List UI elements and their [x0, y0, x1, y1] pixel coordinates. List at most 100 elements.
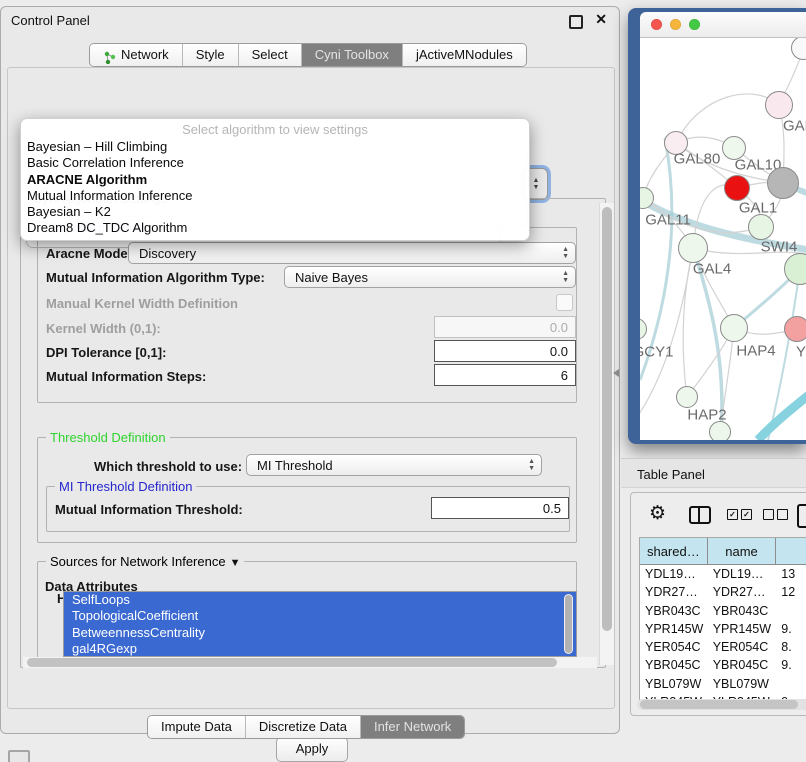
network-node-gal4[interactable] — [678, 233, 708, 263]
network-node-y[interactable] — [784, 316, 806, 342]
algorithm-placeholder: Select algorithm to view settings — [21, 122, 529, 139]
algorithm-option[interactable]: Bayesian – K2 — [21, 204, 529, 220]
cyni-algorithm-settings-group: Cyni Algorithm Settings Algorithm Defini… — [20, 198, 606, 668]
algorithm-option[interactable]: Dream8 DC_TDC Algorithm — [21, 220, 529, 236]
split-pane-handle-icon[interactable] — [613, 369, 619, 377]
table-row[interactable]: YPR145WYPR145W9. — [640, 620, 806, 638]
network-node-gal[interactable] — [765, 91, 793, 119]
close-panel-icon[interactable]: ✕ — [595, 11, 607, 28]
mi-steps-field[interactable]: 6 — [434, 364, 576, 386]
network-node-swi4[interactable] — [748, 214, 774, 240]
combo-stepper-icon: ▲▼ — [528, 458, 535, 472]
control-panel-title: Control Panel — [11, 13, 90, 28]
kernel-width-field[interactable]: 0.0 — [434, 316, 576, 338]
deselect-checkboxes-icon[interactable] — [763, 509, 788, 520]
node-label: SWI4 — [761, 239, 798, 256]
network-node[interactable] — [767, 167, 799, 199]
data-attributes-list: SelfLoopsTopologicalCoefficientBetweenne… — [63, 591, 577, 657]
attribute-item[interactable]: TopologicalCoefficient — [64, 608, 576, 624]
node-table: shared…name YDL19…YDL19…13YDR27…YDR27…12… — [639, 537, 806, 700]
combo-stepper-icon: ▲▼ — [562, 270, 569, 284]
dpi-tolerance-label: DPI Tolerance [0,1]: — [46, 345, 166, 360]
which-threshold-label: Which threshold to use: — [94, 459, 242, 474]
mi-algorithm-type-combo[interactable]: Naive Bayes ▲▼ — [284, 266, 576, 288]
node-label: GAL80 — [674, 151, 721, 168]
tab-jactivemnodules[interactable]: jActiveMNodules — [402, 44, 526, 66]
gear-icon[interactable]: ⚙ — [649, 502, 666, 524]
mi-threshold-field[interactable]: 0.5 — [431, 497, 569, 519]
node-label: GAL — [783, 118, 806, 135]
dpi-tolerance-field[interactable]: 0.0 — [434, 340, 576, 362]
table-row[interactable]: YDR27…YDR27…12 — [640, 583, 806, 601]
table-row[interactable]: YER054CYER054C8. — [640, 638, 806, 656]
mi-threshold-label: Mutual Information Threshold: — [55, 502, 243, 517]
split-columns-icon[interactable] — [689, 506, 711, 524]
table-row[interactable]: YDL19…YDL19…13 — [640, 565, 806, 583]
node-label: Y — [796, 344, 806, 361]
combo-stepper-icon: ▲▼ — [562, 246, 569, 260]
algorithm-option[interactable]: Mutual Information Inference — [21, 188, 529, 204]
table-row[interactable]: YBL079WYBL079W — [640, 675, 806, 693]
application-root: Control Panel ✕ NetworkStyleSelectCyni T… — [0, 0, 806, 762]
algorithm-option[interactable]: ARACNE Algorithm — [21, 172, 529, 188]
settings-horizontal-scrollbar[interactable] — [23, 657, 597, 668]
sources-group-title: Sources for Network Inference▼ — [46, 554, 244, 569]
manual-kernel-width-label: Manual Kernel Width Definition — [46, 296, 238, 311]
table-header-row: shared…name — [640, 538, 806, 565]
node-label: HAP4 — [736, 343, 775, 360]
float-window-icon[interactable] — [569, 15, 583, 29]
function-icon[interactable] — [797, 504, 806, 528]
network-icon — [103, 49, 116, 62]
attribute-item[interactable]: BetweennessCentrality — [64, 625, 576, 641]
aracne-mode-label: Aracne Mode: — [46, 246, 132, 261]
aracne-mode-combo[interactable]: Discovery ▲▼ — [128, 242, 576, 264]
collapse-arrow-icon: ▼ — [230, 557, 241, 569]
apply-button[interactable]: Apply — [276, 737, 348, 762]
tab-network[interactable]: Network — [90, 44, 182, 66]
network-canvas[interactable]: GALGAL80GAL10GAL1SWI4GAL11GAL4GCY1HAP4YH… — [640, 38, 806, 440]
mi-steps-label: Mutual Information Steps: — [46, 369, 206, 384]
window-edge-chip — [8, 750, 30, 762]
tab-impute-data[interactable]: Impute Data — [148, 716, 245, 738]
tab-cyni-toolbox[interactable]: Cyni Toolbox — [301, 44, 402, 66]
which-threshold-combo[interactable]: MI Threshold ▲▼ — [246, 454, 542, 476]
network-node-gal1[interactable] — [724, 175, 750, 201]
zoom-traffic-light-icon[interactable] — [689, 19, 700, 30]
table-toolbar: ⚙ ✓✓ — [631, 501, 806, 531]
mi-algorithm-type-label: Mutual Information Algorithm Type: — [46, 270, 265, 285]
table-horizontal-scrollbar[interactable] — [637, 699, 806, 710]
select-checkboxes-icon[interactable]: ✓✓ — [727, 509, 752, 520]
attribute-item[interactable]: gal4RGexp — [64, 641, 576, 657]
attributes-scrollbar[interactable] — [564, 594, 573, 654]
tab-discretize-data[interactable]: Discretize Data — [245, 716, 360, 738]
algorithm-definition-group: Algorithm Definition Aracne Mode: Discov… — [37, 227, 577, 403]
network-node[interactable] — [709, 421, 731, 440]
table-panel-title: Table Panel — [637, 467, 705, 482]
tab-infer-network[interactable]: Infer Network — [360, 716, 464, 738]
network-view-window[interactable]: GALGAL80GAL10GAL1SWI4GAL11GAL4GCY1HAP4YH… — [628, 8, 806, 444]
minimize-traffic-light-icon[interactable] — [670, 19, 681, 30]
network-node-hap2[interactable] — [676, 386, 698, 408]
threshold-definition-group: Threshold Definition Which threshold to … — [37, 437, 577, 543]
close-traffic-light-icon[interactable] — [651, 19, 662, 30]
table-row[interactable]: YBR043CYBR043C — [640, 602, 806, 620]
algorithm-option[interactable]: Basic Correlation Inference — [21, 155, 529, 171]
table-row[interactable]: YBR045CYBR045C9. — [640, 656, 806, 674]
control-panel-titlebar: Control Panel ✕ — [1, 7, 619, 33]
mi-threshold-definition-title: MI Threshold Definition — [55, 479, 196, 494]
threshold-definition-title: Threshold Definition — [46, 430, 170, 445]
tab-style[interactable]: Style — [182, 44, 238, 66]
node-label: GAL11 — [645, 212, 691, 229]
column-header[interactable]: name — [708, 538, 777, 564]
network-node-hap4[interactable] — [720, 314, 748, 342]
table-panel-strip: Table Panel — [621, 458, 806, 488]
settings-vertical-scrollbar[interactable] — [599, 203, 614, 665]
column-header[interactable] — [776, 538, 806, 564]
algorithm-dropdown-popup: Select algorithm to view settings Bayesi… — [20, 118, 530, 241]
attribute-item[interactable]: SelfLoops — [64, 592, 576, 608]
algorithm-option[interactable]: Bayesian – Hill Climbing — [21, 139, 529, 155]
tab-select[interactable]: Select — [238, 44, 301, 66]
manual-kernel-width-checkbox[interactable] — [556, 294, 573, 311]
column-header[interactable]: shared… — [640, 538, 708, 564]
network-window-titlebar[interactable] — [640, 12, 806, 38]
